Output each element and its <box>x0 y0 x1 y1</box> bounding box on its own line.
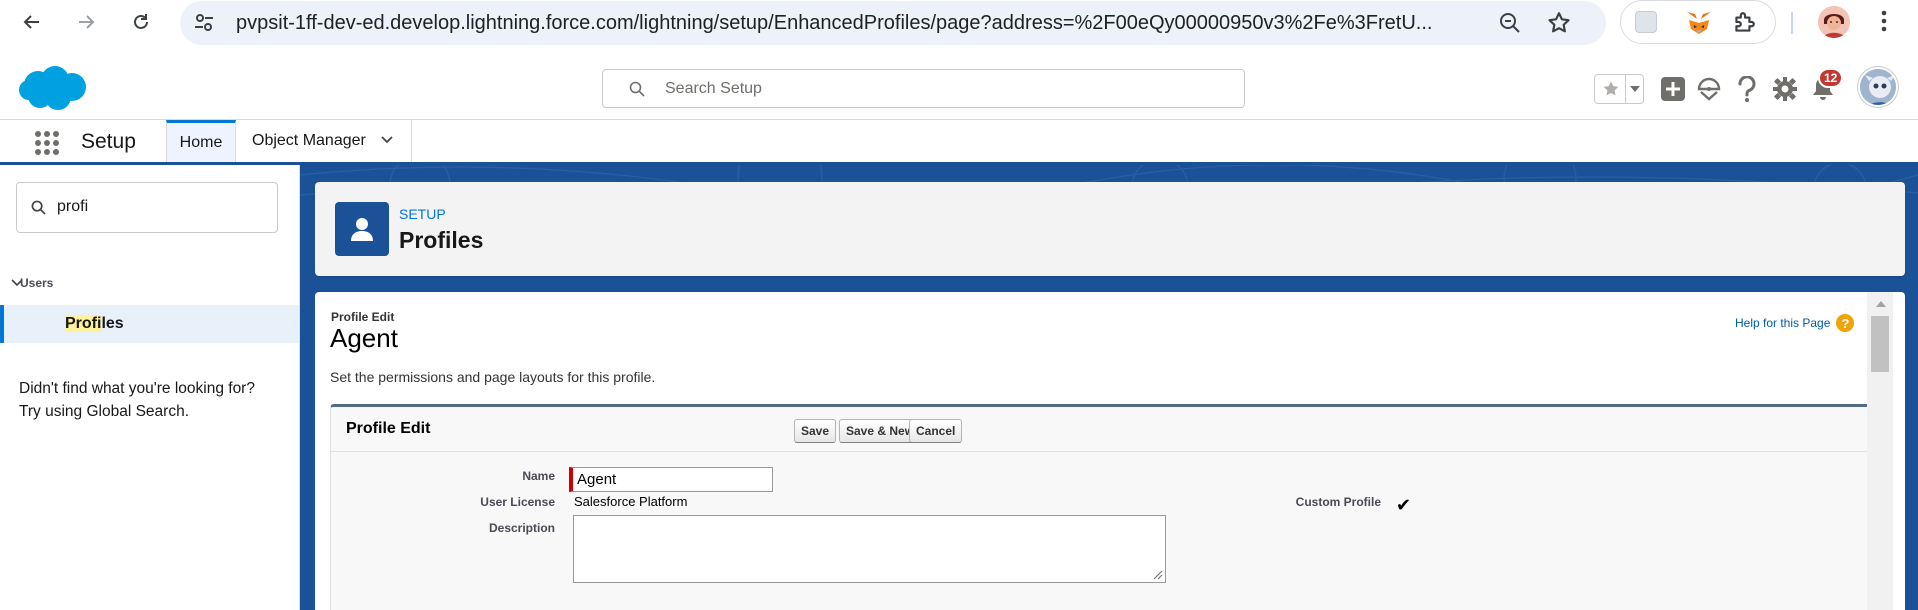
name-field[interactable] <box>569 467 773 492</box>
metamask-fox-icon[interactable] <box>1685 10 1713 36</box>
user-avatar[interactable] <box>1858 67 1898 107</box>
setup-sidebar: profi Users Profiles Didn't find what yo… <box>0 165 300 610</box>
app-name: Setup <box>81 130 136 153</box>
section-title: Profile Edit <box>346 420 431 437</box>
page-title: Profiles <box>399 227 484 253</box>
tree-node-users-label: Users <box>20 276 54 290</box>
zoom-icon[interactable] <box>1498 11 1522 35</box>
cancel-button[interactable]: Cancel <box>909 419 963 443</box>
profile-title: Agent <box>330 323 398 353</box>
extensions-group <box>1620 0 1776 44</box>
tab-object-manager[interactable]: Object Manager <box>238 120 412 162</box>
site-info-icon[interactable] <box>192 11 216 35</box>
not-found-hint: Didn't find what you're looking for? Try… <box>19 377 289 423</box>
tab-home[interactable]: Home <box>166 120 236 162</box>
browser-menu-icon[interactable] <box>1880 8 1888 34</box>
help-icon[interactable] <box>1736 76 1758 102</box>
user-license-value: Salesforce Platform <box>574 494 688 509</box>
tree-node-profiles-label: Profiles <box>65 315 124 333</box>
back-button[interactable] <box>16 6 48 38</box>
search-highlight: Profi <box>65 315 102 332</box>
reload-icon <box>134 14 148 29</box>
custom-profile-label: Custom Profile <box>1295 495 1381 509</box>
back-arrow-icon <box>23 15 39 29</box>
profile-edit-section: Profile Edit Save Save & New Cancel Name… <box>330 404 1879 610</box>
bookmark-star-icon[interactable] <box>1546 10 1572 36</box>
extension-icon[interactable] <box>1635 11 1657 33</box>
setup-gear-icon[interactable] <box>1772 76 1798 102</box>
browser-profile-avatar[interactable] <box>1818 6 1850 38</box>
global-header: Search Setup 12 <box>0 48 1918 120</box>
profile-user-icon <box>335 202 389 256</box>
user-license-label: User License <box>480 495 555 509</box>
setup-page-header: SETUP Profiles <box>315 182 1905 276</box>
profile-edit-frame: Profile Edit Agent Help for this Page ? … <box>315 292 1905 610</box>
tree-node-profiles-rest: les <box>101 315 124 332</box>
url-text[interactable]: pvpsit-1ff-dev-ed.develop.lightning.forc… <box>236 12 1476 35</box>
custom-profile-checkmark-icon: ✔ <box>1396 495 1412 515</box>
tree-node-users[interactable]: Users <box>10 276 53 290</box>
resize-grip-icon[interactable] <box>1151 568 1163 580</box>
scroll-up-arrow-icon[interactable] <box>1876 301 1886 307</box>
description-textarea[interactable] <box>573 515 1166 583</box>
app-navigation-bar: Setup Home Object Manager <box>0 120 1918 165</box>
notification-count-badge: 12 <box>1818 68 1844 88</box>
search-icon <box>629 81 645 97</box>
search-placeholder: Search Setup <box>665 80 762 97</box>
quick-find-input[interactable]: profi <box>16 182 278 233</box>
name-label: Name <box>522 469 555 483</box>
help-for-this-page-link[interactable]: Help for this Page ? <box>1735 314 1855 332</box>
not-found-line1: Didn't find what you're looking for? <box>19 380 255 397</box>
help-link-label[interactable]: Help for this Page <box>1735 316 1830 330</box>
breadcrumb: Profile Edit <box>331 310 395 324</box>
forward-arrow-icon <box>79 15 95 29</box>
extensions-puzzle-icon[interactable] <box>1731 10 1757 36</box>
description-label: Description <box>488 521 555 535</box>
salesforce-logo[interactable] <box>18 65 88 113</box>
favorite-star-icon[interactable] <box>1601 79 1621 99</box>
global-actions-icon[interactable] <box>1660 76 1686 102</box>
guidance-center-icon[interactable] <box>1696 76 1722 102</box>
page-description: Set the permissions and page layouts for… <box>330 369 656 385</box>
favorites-dropdown-icon[interactable] <box>1625 75 1644 103</box>
tree-node-profiles[interactable]: Profiles <box>0 305 299 343</box>
scroll-thumb[interactable] <box>1871 316 1889 372</box>
app-launcher-icon[interactable] <box>34 130 60 156</box>
chevron-down-icon[interactable] <box>380 133 394 147</box>
forward-button[interactable] <box>70 6 102 38</box>
reload-button[interactable] <box>125 6 157 38</box>
tab-object-manager-label: Object Manager <box>252 132 366 149</box>
section-header: Profile Edit Save Save & New Cancel <box>331 407 1878 452</box>
quick-find-value: profi <box>57 198 89 215</box>
favorites-button[interactable] <box>1594 74 1644 104</box>
global-search-input[interactable]: Search Setup <box>602 69 1245 108</box>
not-found-line2[interactable]: Try using Global Search. <box>19 400 289 423</box>
header-eyebrow: SETUP <box>399 206 446 222</box>
help-question-icon[interactable]: ? <box>1836 314 1855 332</box>
search-icon <box>31 200 46 215</box>
save-button[interactable]: Save <box>794 419 837 443</box>
tab-home-label: Home <box>179 133 223 151</box>
content-scrollbar[interactable] <box>1867 292 1893 610</box>
address-bar[interactable]: pvpsit-1ff-dev-ed.develop.lightning.forc… <box>180 1 1606 45</box>
browser-toolbar: pvpsit-1ff-dev-ed.develop.lightning.forc… <box>0 0 1918 45</box>
toolbar-divider <box>1791 12 1793 34</box>
